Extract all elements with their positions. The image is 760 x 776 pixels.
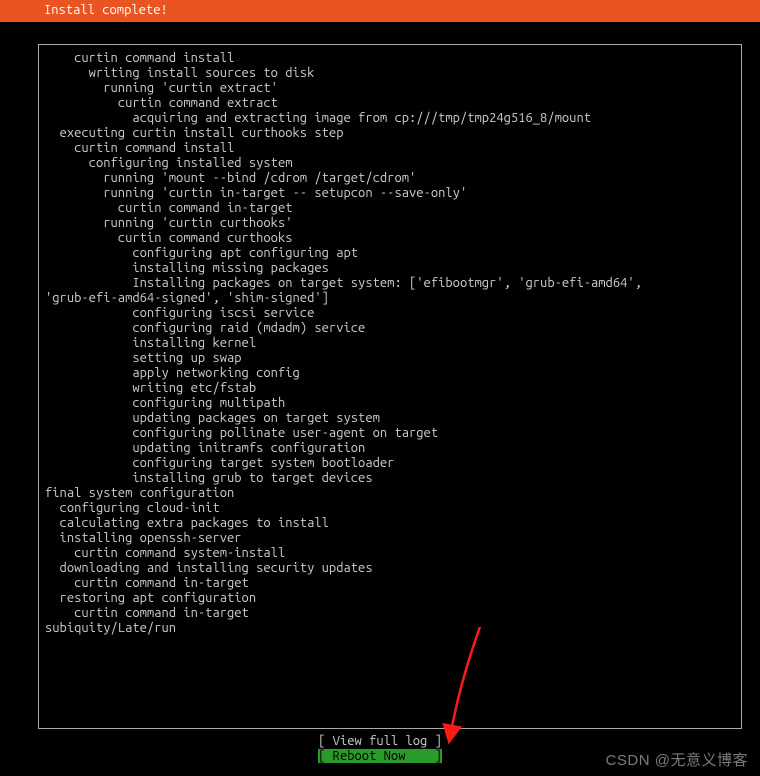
header-title: Install complete! bbox=[44, 3, 168, 17]
install-header: Install complete! bbox=[0, 0, 760, 20]
watermark-text: CSDN @无意义博客 bbox=[606, 749, 748, 770]
install-log-text: curtin command install writing install s… bbox=[45, 51, 642, 635]
install-log-box: curtin command install writing install s… bbox=[38, 44, 742, 729]
main-area: curtin command install writing install s… bbox=[0, 22, 760, 776]
view-full-log-button[interactable]: [ View full log ] bbox=[318, 734, 442, 749]
reboot-now-button[interactable]: [ Reboot Now ] bbox=[318, 749, 442, 764]
